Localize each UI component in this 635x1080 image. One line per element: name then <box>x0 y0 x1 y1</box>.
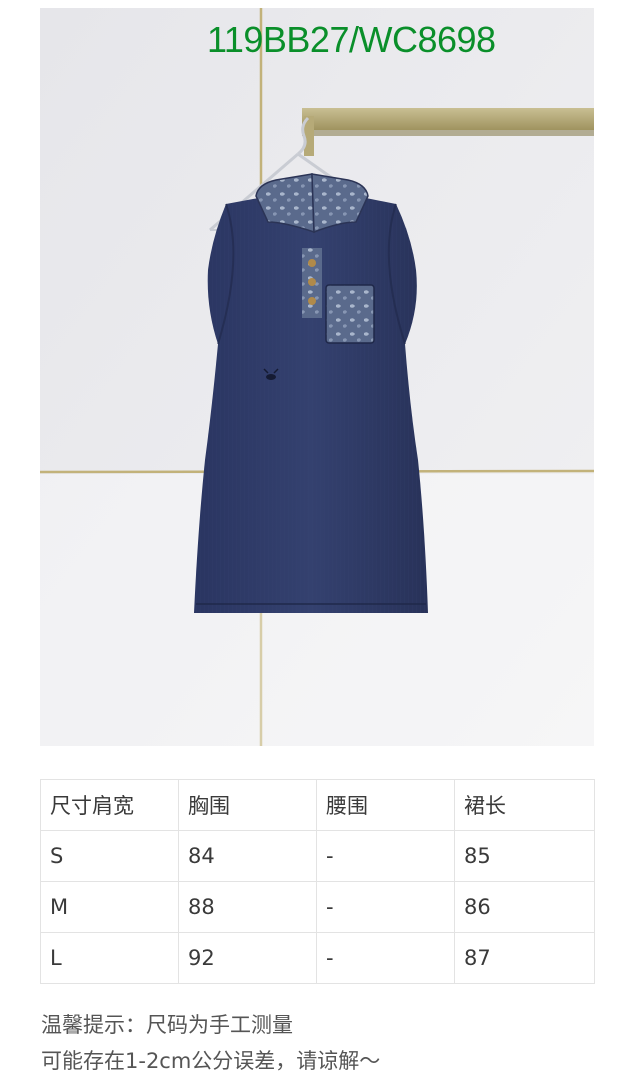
table-cell: 87 <box>454 932 595 984</box>
table-cell: 88 <box>178 881 317 933</box>
product-photo: 119BB27/WC8698 <box>40 8 594 746</box>
denim-dress-illustration <box>40 8 594 746</box>
table-row: S 84 - 85 <box>40 830 595 882</box>
table-cell: - <box>316 881 455 933</box>
table-cell: - <box>316 830 455 882</box>
dress-icon <box>194 194 428 613</box>
chest-pocket <box>325 284 375 344</box>
table-row: M 88 - 86 <box>40 881 595 933</box>
note-line-measurement: 温馨提示：尺码为手工测量 <box>41 1013 293 1037</box>
table-cell: 92 <box>178 932 317 984</box>
table-row: L 92 - 87 <box>40 932 595 984</box>
header-bust: 胸围 <box>178 779 317 831</box>
header-size-shoulder: 尺寸肩宽 <box>40 779 179 831</box>
product-code-watermark: 119BB27/WC8698 <box>207 19 496 60</box>
table-cell: 84 <box>178 830 317 882</box>
button-detail-icon <box>308 259 316 267</box>
header-waist: 腰围 <box>316 779 455 831</box>
table-cell: M <box>40 881 179 933</box>
header-skirt-length: 裙长 <box>454 779 595 831</box>
table-cell: - <box>316 932 455 984</box>
note-line-tolerance: 可能存在1-2cm公分误差，请谅解～ <box>41 1049 381 1073</box>
table-cell: S <box>40 830 179 882</box>
size-chart-table: 尺寸肩宽 胸围 腰围 裙长 S 84 - 85 M 88 - 86 L 92 -… <box>40 779 595 984</box>
table-header-row: 尺寸肩宽 胸围 腰围 裙长 <box>40 779 595 831</box>
table-cell: 86 <box>454 881 595 933</box>
table-cell: L <box>40 932 179 984</box>
table-cell: 85 <box>454 830 595 882</box>
measurement-notes: 温馨提示：尺码为手工测量 可能存在1-2cm公分误差，请谅解～ <box>41 1007 621 1079</box>
